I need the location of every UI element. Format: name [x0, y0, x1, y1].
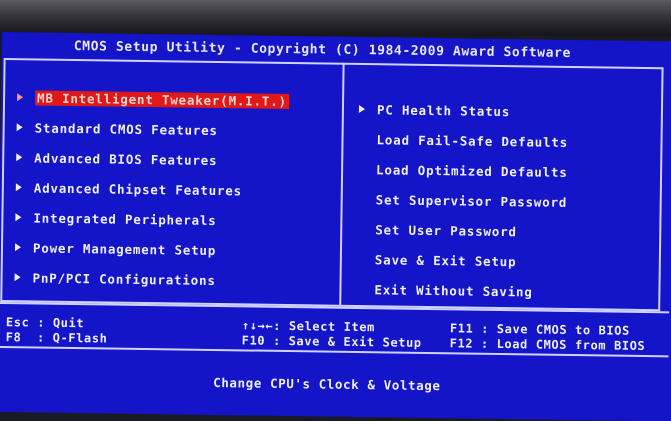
- arrow-right-icon: [15, 213, 22, 222]
- menu-item-load-failsafe[interactable]: Load Fail-Safe Defaults: [358, 124, 568, 157]
- left-menu: MB Intelligent Tweaker(M.I.T.) Standard …: [14, 82, 289, 296]
- menu-item-label: Standard CMOS Features: [34, 119, 218, 138]
- arrow-right-icon: [15, 183, 22, 192]
- arrow-right-icon: [16, 153, 23, 162]
- menu-item-exit-without-saving[interactable]: Exit Without Saving: [356, 274, 566, 307]
- menu-item-label: Exit Without Saving: [374, 281, 533, 299]
- menu-item-integrated-peripherals[interactable]: Integrated Peripherals: [15, 202, 287, 236]
- monitor-bezel: [0, 0, 671, 36]
- menu-item-mit[interactable]: MB Intelligent Tweaker(M.I.T.): [17, 82, 289, 116]
- menu-item-load-optimized[interactable]: Load Optimized Defaults: [358, 154, 568, 187]
- menu-item-advanced-chipset[interactable]: Advanced Chipset Features: [15, 172, 288, 206]
- menu-item-pc-health[interactable]: PC Health Status: [358, 94, 569, 127]
- right-menu: PC Health Status Load Fail-Safe Defaults…: [356, 94, 568, 307]
- menu-item-supervisor-password[interactable]: Set Supervisor Password: [357, 184, 568, 217]
- arrow-right-icon: [14, 273, 21, 282]
- arrow-right-icon: [358, 104, 366, 114]
- arrow-right-icon: [16, 123, 23, 132]
- key-f10-help: F10 : Save & Exit Setup: [241, 333, 422, 350]
- menu-item-save-exit[interactable]: Save & Exit Setup: [357, 244, 567, 277]
- menu-item-label: Load Optimized Defaults: [376, 161, 568, 180]
- menu-item-label: PC Health Status: [376, 101, 511, 119]
- key-help-middle: ↑↓→←: Select Item F10 : Save & Exit Setup: [242, 318, 422, 351]
- menu-item-advanced-bios[interactable]: Advanced BIOS Features: [16, 142, 288, 176]
- menu-item-power-management[interactable]: Power Management Setup: [14, 232, 287, 266]
- menu-item-label: Save & Exit Setup: [374, 251, 517, 269]
- menu-item-pnp-pci[interactable]: PnP/PCI Configurations: [14, 262, 286, 296]
- bios-screen: CMOS Setup Utility - Copyright (C) 1984-…: [0, 32, 671, 421]
- key-help-left: Esc : Quit F8 : Q-Flash: [6, 315, 108, 346]
- menu-item-label: Set Supervisor Password: [375, 191, 568, 210]
- bios-title: CMOS Setup Utility - Copyright (C) 1984-…: [73, 39, 572, 61]
- menu-item-label: Power Management Setup: [32, 239, 217, 258]
- key-f8-help: F8 : Q-Flash: [5, 330, 108, 346]
- menu-item-label: Advanced Chipset Features: [33, 179, 243, 198]
- menu-item-label: Load Fail-Safe Defaults: [376, 131, 569, 150]
- menu-item-user-password[interactable]: Set User Password: [357, 214, 567, 247]
- menu-item-standard-cmos[interactable]: Standard CMOS Features: [16, 112, 288, 146]
- key-f12-help: F12 : Load CMOS from BIOS: [449, 336, 646, 354]
- menu-item-label: Advanced BIOS Features: [34, 149, 218, 168]
- menu-item-label: Integrated Peripherals: [33, 209, 217, 228]
- key-esc-help: Esc : Quit: [5, 315, 85, 331]
- menu-item-label: PnP/PCI Configurations: [32, 269, 216, 288]
- arrow-right-icon: [17, 93, 24, 102]
- status-description: Change CPU's Clock & Voltage: [213, 374, 441, 394]
- key-help-right: F11 : Save CMOS to BIOS F12 : Load CMOS f…: [450, 321, 646, 354]
- menu-item-label: Set User Password: [375, 221, 517, 239]
- arrow-right-icon: [14, 243, 22, 252]
- menu-item-label: MB Intelligent Tweaker(M.I.T.): [34, 89, 289, 109]
